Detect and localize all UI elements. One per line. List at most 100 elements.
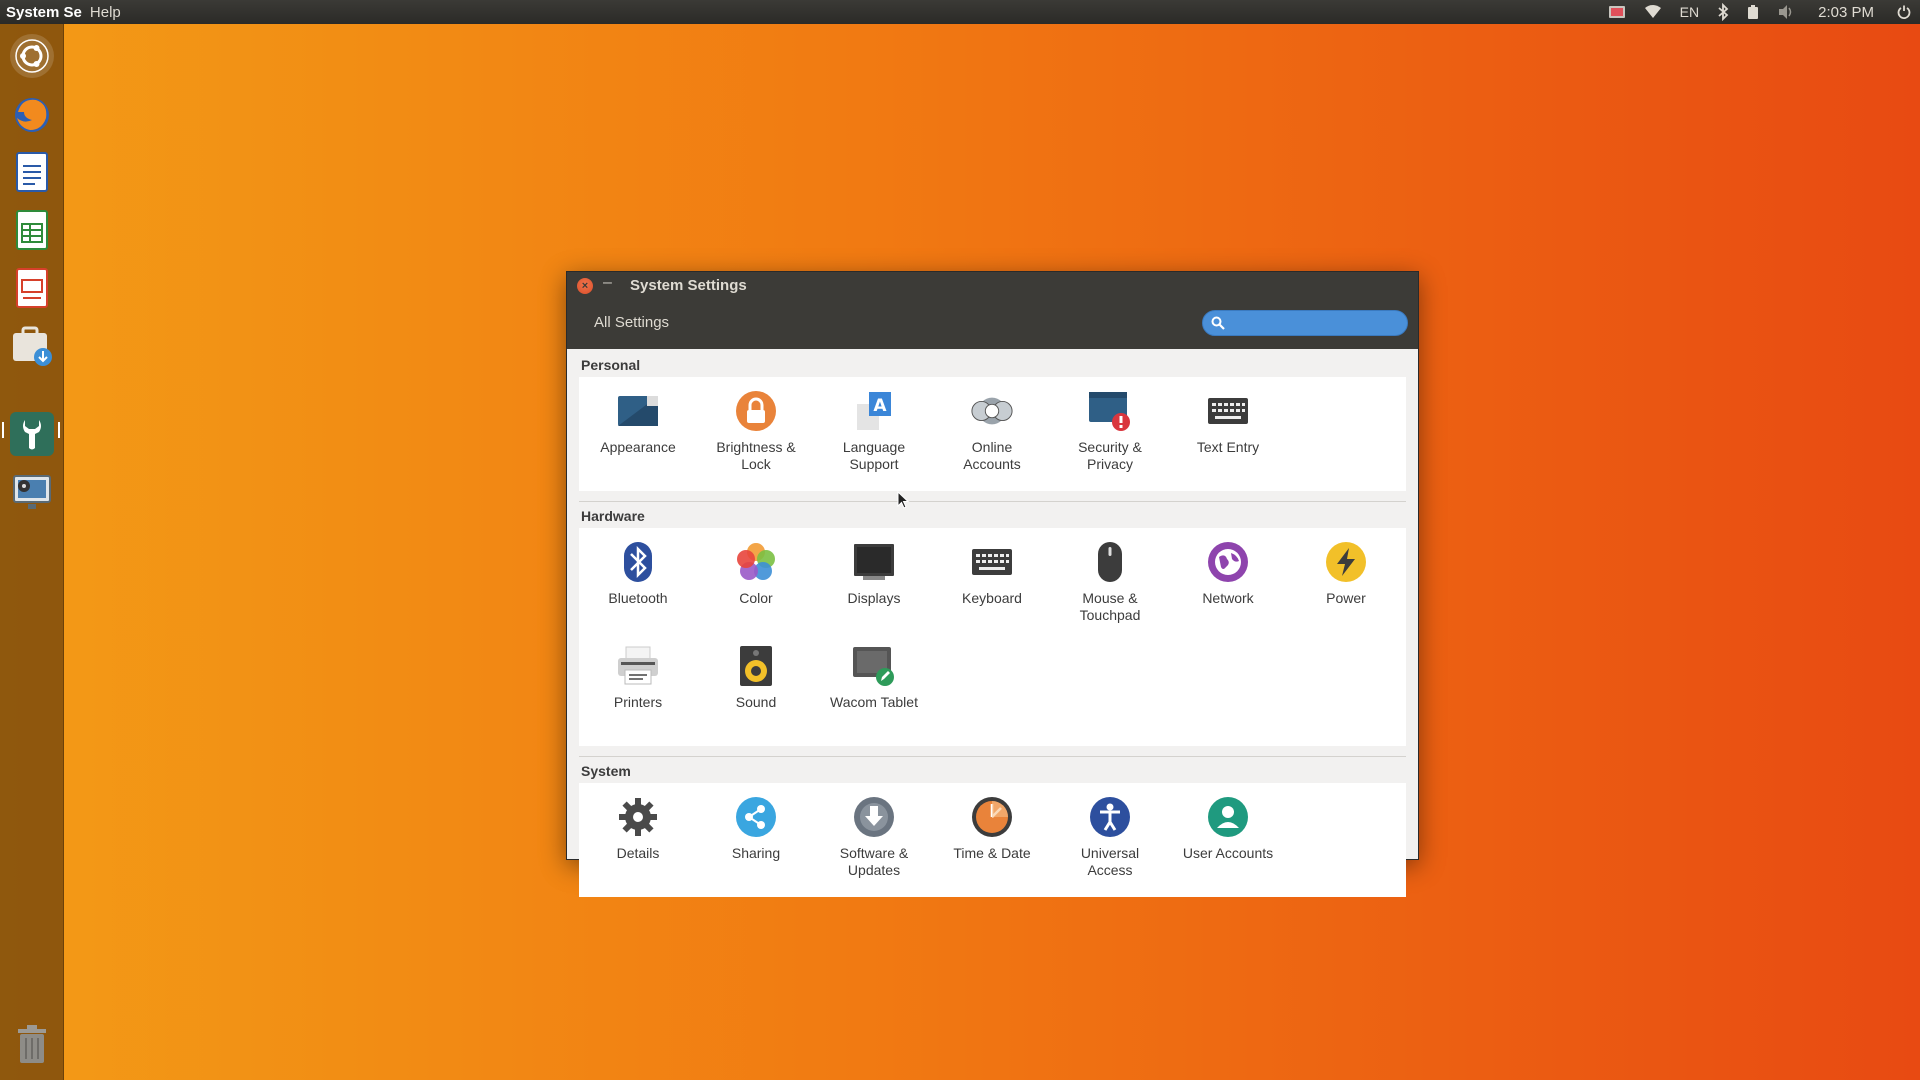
indicator-area: EN 2:03 PM: [1599, 0, 1920, 24]
settings-item-label: Displays: [847, 590, 901, 606]
settings-item-wacom-tablet[interactable]: Wacom Tablet: [815, 638, 933, 742]
share-icon: [736, 797, 776, 837]
settings-item-label: Software & Updates: [839, 845, 909, 878]
software-updates-icon: [854, 797, 894, 837]
settings-item-online-accounts[interactable]: Online Accounts: [933, 383, 1051, 487]
settings-item-keyboard[interactable]: Keyboard: [933, 534, 1051, 638]
language-icon: A: [857, 392, 891, 430]
accessibility-icon: [1090, 797, 1130, 837]
settings-item-time-date[interactable]: Time & Date: [933, 789, 1051, 893]
battery-indicator[interactable]: [1738, 0, 1768, 24]
section-title-personal: Personal: [581, 357, 641, 373]
settings-item-printers[interactable]: Printers: [579, 638, 697, 742]
section-divider: [579, 501, 1406, 502]
settings-item-label: Time & Date: [953, 845, 1031, 861]
svg-text:A: A: [873, 396, 887, 416]
volume-icon: [1779, 5, 1792, 19]
settings-item-label: Wacom Tablet: [830, 694, 918, 710]
settings-item-label: Appearance: [600, 439, 676, 455]
settings-item-label: Security & Privacy: [1078, 439, 1142, 472]
video-editor-icon: [13, 475, 51, 509]
search-box[interactable]: [1202, 310, 1408, 336]
launcher-impress[interactable]: [8, 264, 56, 312]
settings-item-power[interactable]: Power: [1287, 534, 1405, 638]
keyboard-icon: [972, 549, 1012, 575]
settings-item-brightness-lock[interactable]: Brightness & Lock: [697, 383, 815, 487]
settings-item-label: Network: [1202, 590, 1254, 606]
settings-item-appearance[interactable]: Appearance: [579, 383, 697, 487]
search-input[interactable]: [1231, 315, 1401, 331]
settings-item-displays[interactable]: Displays: [815, 534, 933, 638]
clock[interactable]: 2:03 PM: [1804, 0, 1888, 24]
settings-item-label: Keyboard: [962, 590, 1022, 606]
settings-item-label: Color: [739, 590, 773, 606]
window-close-button[interactable]: ×: [577, 278, 593, 294]
section-title-hardware: Hardware: [581, 508, 645, 524]
launcher-system-settings[interactable]: [8, 410, 56, 458]
settings-item-universal-access[interactable]: Universal Access: [1051, 789, 1169, 893]
settings-item-label: Language Support: [842, 439, 906, 472]
user-icon: [1208, 797, 1248, 837]
settings-item-sharing[interactable]: Sharing: [697, 789, 815, 893]
settings-item-label: Sharing: [731, 845, 781, 861]
system-settings-window: × – System Settings All Settings Persona…: [566, 271, 1419, 897]
online-accounts-icon: [971, 397, 1013, 425]
security-icon: [1089, 392, 1130, 431]
settings-item-text-entry[interactable]: Text Entry: [1169, 383, 1287, 487]
software-center-icon: [13, 326, 52, 366]
session-indicator[interactable]: [1888, 0, 1920, 24]
settings-item-user-accounts[interactable]: User Accounts: [1169, 789, 1287, 893]
app-menu-bar: System Se Help: [0, 0, 131, 24]
app-name[interactable]: System Se: [6, 4, 82, 21]
top-panel: System Se Help EN 2:03 PM: [0, 0, 1920, 24]
keyboard-icon: [1208, 398, 1248, 424]
running-indicator-right: [58, 422, 60, 438]
wifi-icon: [1644, 5, 1661, 18]
keyboard-layout-indicator[interactable]: EN: [1671, 0, 1708, 24]
settings-icon: [23, 420, 41, 450]
launcher-calc[interactable]: [8, 206, 56, 254]
battery-icon: [1748, 5, 1759, 19]
firefox-icon: [15, 98, 49, 132]
speaker-icon: [740, 646, 772, 686]
appearance-icon: [618, 396, 658, 426]
settings-item-network[interactable]: Network: [1169, 534, 1287, 638]
settings-item-label: Power: [1326, 590, 1366, 606]
settings-item-sound[interactable]: Sound: [697, 638, 815, 742]
search-icon: [1211, 316, 1225, 330]
settings-item-software-updates[interactable]: Software & Updates: [815, 789, 933, 893]
settings-item-mouse-touchpad[interactable]: Mouse & Touchpad: [1051, 534, 1169, 638]
window-titlebar[interactable]: × – System Settings All Settings: [567, 272, 1418, 349]
all-settings-button[interactable]: All Settings: [594, 314, 669, 331]
window-minimize-button[interactable]: –: [603, 274, 612, 292]
lock-icon: [736, 391, 776, 431]
mouse-icon: [1098, 542, 1122, 582]
messaging-indicator[interactable]: [1599, 0, 1635, 24]
bluetooth-indicator[interactable]: [1708, 0, 1738, 24]
launcher-video-editor[interactable]: [8, 468, 56, 516]
launcher-trash[interactable]: [8, 1020, 56, 1068]
settings-item-label: Bluetooth: [608, 590, 668, 606]
printer-icon: [618, 646, 658, 685]
launcher-writer[interactable]: [8, 148, 56, 196]
settings-item-language-support[interactable]: A Language Support: [815, 383, 933, 487]
settings-item-label: User Accounts: [1182, 845, 1274, 861]
launcher: [0, 24, 64, 1080]
mouse-cursor-icon: [897, 491, 909, 509]
settings-item-label: Details: [616, 845, 660, 861]
sound-indicator[interactable]: [1768, 0, 1804, 24]
launcher-dash[interactable]: [8, 32, 56, 80]
writer-icon: [16, 152, 48, 192]
settings-item-details[interactable]: Details: [579, 789, 697, 893]
launcher-firefox[interactable]: [8, 90, 56, 138]
menu-help[interactable]: Help: [90, 4, 121, 21]
ubuntu-logo-icon: [15, 39, 49, 73]
network-indicator[interactable]: [1635, 0, 1671, 24]
settings-content: Personal Appearance Brightness & Lock A …: [579, 357, 1406, 897]
launcher-software-center[interactable]: [8, 322, 56, 370]
settings-item-label: Online Accounts: [963, 439, 1021, 472]
settings-item-color[interactable]: Color: [697, 534, 815, 638]
settings-item-security-privacy[interactable]: Security & Privacy: [1051, 383, 1169, 487]
color-icon: [737, 543, 775, 580]
settings-item-bluetooth[interactable]: Bluetooth: [579, 534, 697, 638]
